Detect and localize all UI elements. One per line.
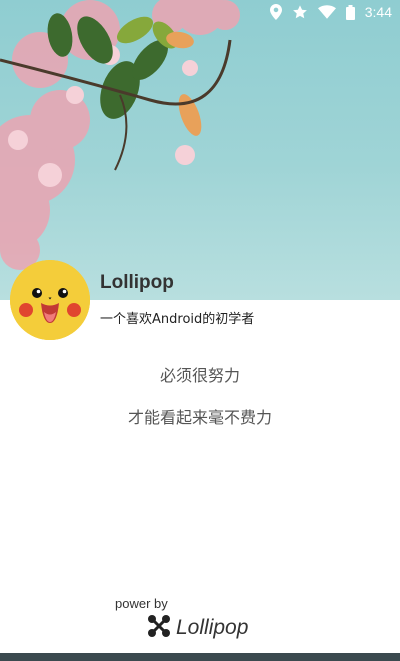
status-time: 3:44 xyxy=(364,4,392,20)
location-icon xyxy=(269,4,282,20)
brand-name: Lollipop xyxy=(176,616,249,639)
header-image xyxy=(0,0,400,300)
pikachu-face-icon xyxy=(10,260,90,340)
star-icon xyxy=(292,4,308,20)
profile-bio: 一个喜欢Android的初学者 xyxy=(100,312,255,327)
motto-line-2: 才能看起来毫不费力 xyxy=(127,408,272,427)
wifi-icon xyxy=(317,5,336,19)
brand-logo: Lollipop xyxy=(146,613,248,643)
motto-line-1: 必须很努力 xyxy=(159,366,240,385)
avatar[interactable] xyxy=(10,260,90,340)
profile-name: Lollipop xyxy=(100,272,174,293)
navigation-bar xyxy=(0,653,400,661)
status-bar: 3:44 xyxy=(0,0,400,24)
lollipop-logo-icon xyxy=(146,613,172,643)
profile-header: Lollipop 一个喜欢Android的初学者 xyxy=(0,260,400,340)
battery-icon xyxy=(345,4,355,20)
powered-by-label: power by xyxy=(115,596,168,611)
blossom-illustration xyxy=(0,0,240,270)
